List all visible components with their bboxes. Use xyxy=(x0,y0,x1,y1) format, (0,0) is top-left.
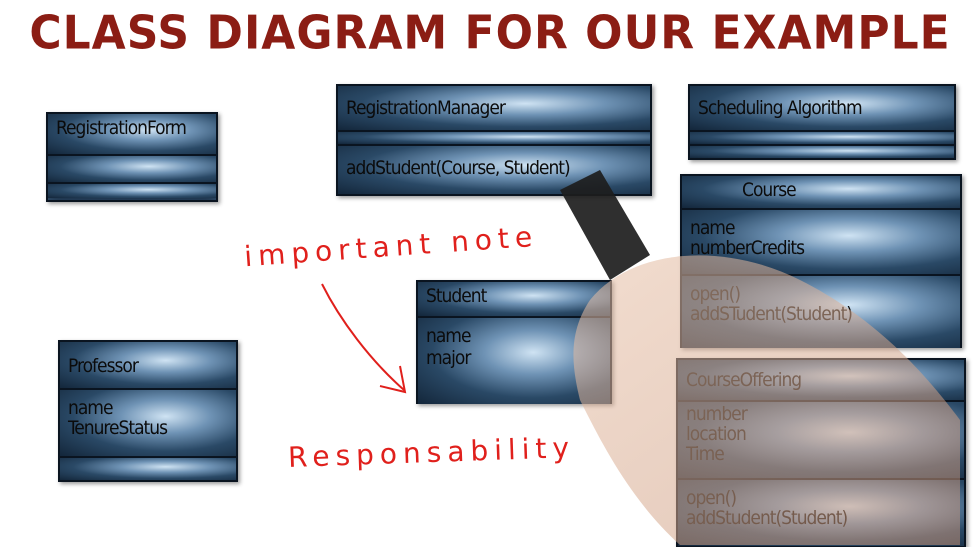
class-operation: addSTudent(Student) xyxy=(690,303,853,325)
class-name: RegistrationManager xyxy=(346,97,506,119)
class-name: RegistrationForm xyxy=(56,117,187,139)
class-name: Scheduling Algorithm xyxy=(698,97,863,119)
annotation-responsibility: Responsability xyxy=(287,431,576,474)
class-course-offering: CourseOffering number location Time open… xyxy=(676,358,966,547)
class-operation: open() xyxy=(686,487,737,509)
class-attribute: number xyxy=(686,403,748,425)
class-name: Course xyxy=(742,179,797,201)
class-attribute: numberCredits xyxy=(690,237,805,259)
class-attribute: name xyxy=(68,397,113,419)
class-registration-form: RegistrationForm xyxy=(46,112,218,202)
class-name: Student xyxy=(426,285,487,307)
class-registration-manager: RegistrationManager addStudent(Course, S… xyxy=(336,84,652,196)
class-name: CourseOffering xyxy=(686,369,802,391)
class-operation: addStudent(Student) xyxy=(686,507,848,529)
class-attribute: name xyxy=(426,325,471,347)
class-operation: addStudent(Course, Student) xyxy=(346,157,571,179)
class-professor: Professor name TenureStatus xyxy=(58,340,238,482)
class-attribute: location xyxy=(686,423,747,445)
class-student: Student name major xyxy=(416,280,612,404)
diagram-title: CLASS DIAGRAM FOR OUR EXAMPLE xyxy=(29,6,951,61)
annotation-important-note: important note xyxy=(243,219,540,274)
class-operation: open() xyxy=(690,283,741,305)
class-attribute: name xyxy=(690,217,735,239)
class-scheduling-algorithm: Scheduling Algorithm xyxy=(688,84,956,160)
class-course: Course name numberCredits open() addSTud… xyxy=(680,174,962,348)
class-attribute: TenureStatus xyxy=(68,417,168,439)
class-attribute: major xyxy=(426,347,471,369)
class-attribute: Time xyxy=(686,443,725,465)
class-name: Professor xyxy=(68,355,139,377)
